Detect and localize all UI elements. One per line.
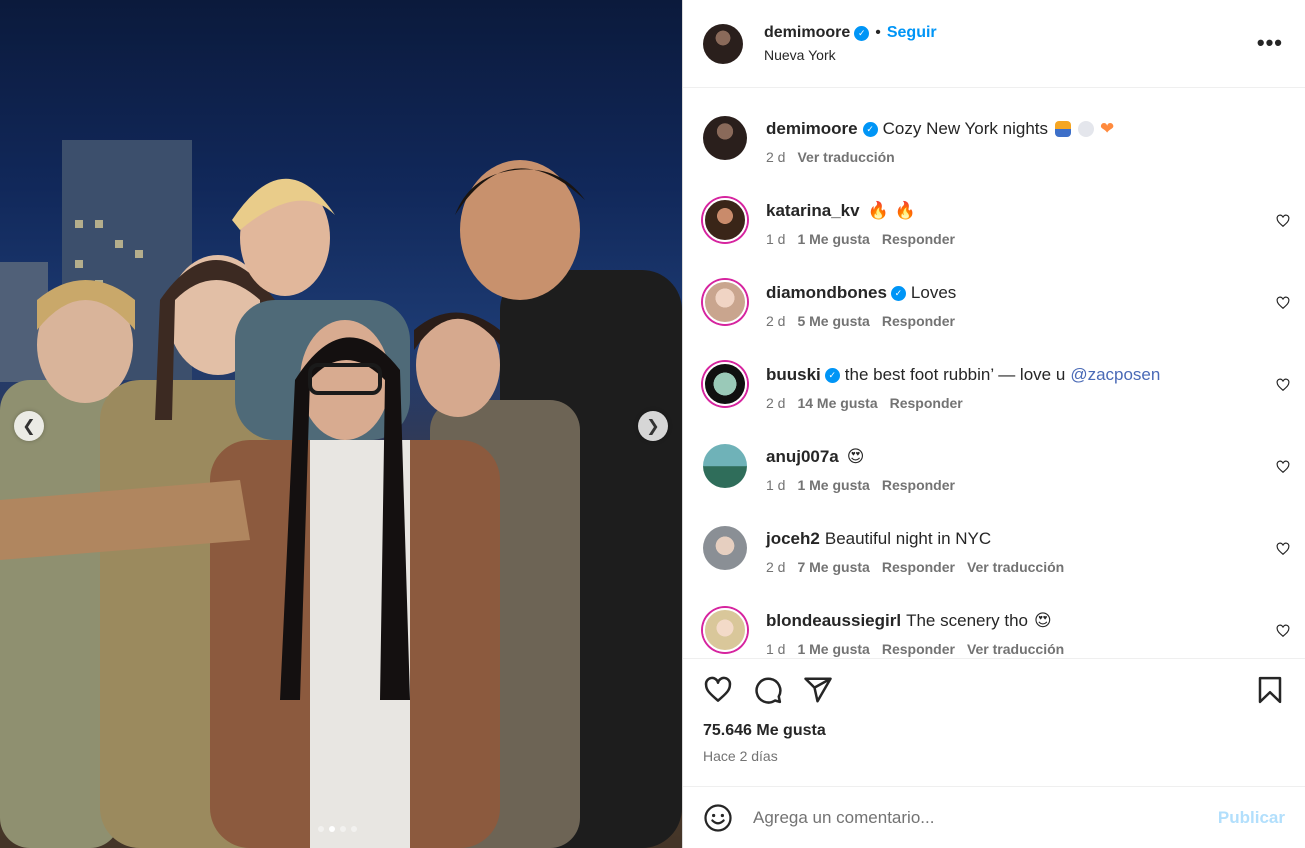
follow-button[interactable]: Seguir — [887, 24, 937, 42]
like-comment-heart-icon[interactable] — [1276, 460, 1290, 474]
comment-likes[interactable]: 1 Me gusta — [797, 231, 869, 247]
reply-button[interactable]: Responder — [882, 641, 955, 657]
carousel-indicator — [318, 826, 357, 832]
comment-item: joceh2 Beautiful night in NYC 2 d 7 Me g… — [683, 526, 1305, 608]
comment-item: anuj007a 😍 1 d 1 Me gusta Responder — [683, 444, 1305, 526]
see-translation-link[interactable]: Ver traducción — [967, 559, 1064, 575]
reply-button[interactable]: Responder — [882, 559, 955, 575]
comment-item: katarina_kv 🔥 🔥 1 d 1 Me gusta Responder — [683, 198, 1305, 280]
carousel-prev-button[interactable]: ❮ — [14, 411, 44, 441]
bookmark-icon[interactable] — [1255, 675, 1285, 705]
chevron-left-icon: ❮ — [22, 418, 36, 435]
share-paper-plane-icon[interactable] — [803, 675, 833, 705]
comment-age: 1 d — [766, 231, 786, 247]
comment-input[interactable] — [753, 807, 1173, 828]
comment-username[interactable]: anuj007a — [766, 447, 839, 467]
comment-age: 2 d — [766, 313, 786, 329]
orange-heart-emoji-icon: ❤ — [1100, 119, 1115, 138]
comment-likes[interactable]: 5 Me gusta — [797, 313, 869, 329]
verified-badge-icon: ✓ — [862, 121, 878, 137]
fire-emoji-icon: 🔥 — [867, 201, 889, 220]
verified-badge-icon: ✓ — [890, 285, 906, 301]
commenter-avatar[interactable] — [703, 444, 747, 488]
comment-username[interactable]: buuski — [766, 365, 821, 385]
commenter-avatar[interactable] — [703, 526, 747, 570]
comment-age: 1 d — [766, 477, 786, 493]
author-avatar[interactable] — [703, 116, 747, 160]
comment-text: The scenery tho — [906, 611, 1028, 630]
see-translation-link[interactable]: Ver traducción — [967, 641, 1064, 657]
post-location[interactable]: Nueva York — [764, 47, 937, 63]
carousel-dot-active — [329, 826, 335, 832]
comment-likes[interactable]: 7 Me gusta — [797, 559, 869, 575]
caption-age: 2 d — [766, 149, 786, 165]
post-header: demimoore ✓ • Seguir Nueva York ••• — [683, 0, 1305, 88]
verified-badge-icon: ✓ — [824, 367, 840, 383]
plate-emoji-icon — [1078, 121, 1095, 137]
author-username[interactable]: demimoore — [764, 24, 850, 42]
comment-text: the best foot rubbin’ — love u — [844, 365, 1066, 384]
reply-button[interactable]: Responder — [882, 313, 955, 329]
commenter-avatar[interactable] — [703, 280, 747, 324]
comment-text: Beautiful night in NYC — [824, 529, 992, 548]
post-details-panel: demimoore ✓ • Seguir Nueva York ••• demi… — [682, 0, 1305, 848]
separator-dot: • — [875, 24, 881, 41]
carousel-dot — [318, 826, 324, 832]
like-comment-heart-icon[interactable] — [1276, 624, 1290, 638]
comment-item: diamondbones ✓ Loves 2 d 5 Me gusta Resp… — [683, 280, 1305, 362]
sunset-emoji-icon — [1055, 121, 1072, 137]
carousel-next-button[interactable]: ❯ — [638, 411, 668, 441]
comment-likes[interactable]: 14 Me gusta — [797, 395, 877, 411]
comment-username[interactable]: katarina_kv — [766, 201, 860, 221]
heart-eyes-emoji-icon: 😍 — [1034, 611, 1052, 630]
comment-age: 1 d — [766, 641, 786, 657]
carousel-dot — [340, 826, 346, 832]
comment-age: 2 d — [766, 559, 786, 575]
commenter-avatar[interactable] — [703, 362, 747, 406]
post-actions: 75.646 Me gusta Hace 2 días — [683, 658, 1305, 786]
emoji-picker-icon[interactable] — [703, 803, 733, 833]
comment-age: 2 d — [766, 395, 786, 411]
heart-eyes-emoji-icon: 😍 — [846, 447, 865, 466]
like-comment-heart-icon[interactable] — [1276, 214, 1290, 228]
comment-text: Loves — [910, 283, 957, 302]
like-comment-heart-icon[interactable] — [1276, 542, 1290, 556]
more-options-icon[interactable]: ••• — [1257, 32, 1283, 54]
comment-username[interactable]: diamondbones — [766, 283, 887, 303]
reply-button[interactable]: Responder — [882, 477, 955, 493]
fire-emoji-icon: 🔥 — [894, 201, 916, 220]
carousel-dot — [351, 826, 357, 832]
like-comment-heart-icon[interactable] — [1276, 378, 1290, 392]
comment-likes[interactable]: 1 Me gusta — [797, 641, 869, 657]
comment-username[interactable]: joceh2 — [766, 529, 820, 549]
commenter-avatar[interactable] — [703, 198, 747, 242]
comment-username[interactable]: blondeaussiegirl — [766, 611, 901, 631]
comment-likes[interactable]: 1 Me gusta — [797, 477, 869, 493]
reply-button[interactable]: Responder — [882, 231, 955, 247]
caption-username[interactable]: demimoore — [766, 119, 858, 139]
like-heart-icon[interactable] — [703, 675, 733, 705]
comments-list[interactable]: demimoore ✓ Cozy New York nights ❤ 2 d V… — [683, 88, 1305, 658]
comment-mention-link[interactable]: @zacposen — [1070, 365, 1160, 385]
author-avatar[interactable] — [703, 23, 743, 64]
comment-item: blondeaussiegirl The scenery tho 😍 1 d 1… — [683, 608, 1305, 658]
group-photo-illustration — [0, 140, 682, 848]
commenter-avatar[interactable] — [703, 608, 747, 652]
like-comment-heart-icon[interactable] — [1276, 296, 1290, 310]
chevron-right-icon: ❯ — [646, 418, 660, 435]
comment-composer: Publicar — [683, 786, 1305, 848]
publish-button[interactable]: Publicar — [1218, 808, 1285, 828]
post-time-ago: Hace 2 días — [703, 748, 778, 764]
caption-text: Cozy New York nights — [882, 119, 1049, 138]
comment-bubble-icon[interactable] — [753, 675, 783, 705]
post-photo[interactable]: ❮ ❯ — [0, 0, 682, 848]
verified-badge-icon: ✓ — [854, 25, 870, 41]
see-translation-link[interactable]: Ver traducción — [797, 149, 894, 165]
reply-button[interactable]: Responder — [890, 395, 963, 411]
caption: demimoore ✓ Cozy New York nights ❤ 2 d V… — [683, 116, 1305, 198]
likes-count[interactable]: 75.646 Me gusta — [703, 722, 1285, 740]
comment-item: buuski ✓ the best foot rubbin’ — love u … — [683, 362, 1305, 444]
